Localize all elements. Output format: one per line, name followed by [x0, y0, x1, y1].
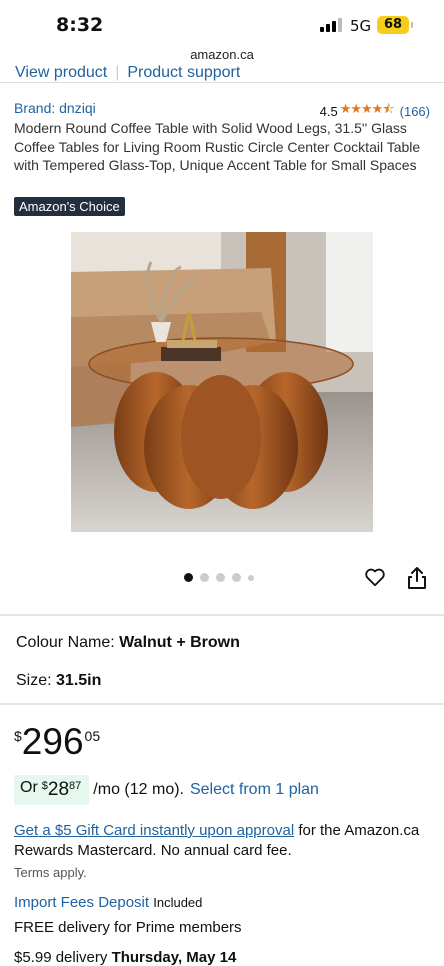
import-fees-link[interactable]: Import Fees Deposit — [14, 894, 149, 911]
size-label: Size: — [16, 672, 52, 689]
separator: | — [115, 64, 120, 81]
colour-value: Walnut + Brown — [119, 634, 240, 651]
product-title: Modern Round Coffee Table with Solid Woo… — [14, 120, 421, 173]
divider — [0, 614, 444, 616]
product-image[interactable] — [71, 232, 373, 532]
monthly-fraction: 87 — [69, 780, 82, 792]
rating-value: 4.5 — [319, 103, 338, 119]
price-fraction: 05 — [84, 728, 101, 744]
select-plan-link[interactable]: Select from 1 plan — [190, 781, 319, 799]
status-bar: 8:32 5G 68 — [0, 0, 444, 46]
gift-card-link[interactable]: Get a $5 Gift Card instantly upon approv… — [14, 822, 294, 839]
price-whole: 296 — [21, 721, 84, 762]
status-time: 8:32 — [56, 14, 104, 36]
delivery-day: Thursday, May 14 — [111, 949, 237, 966]
amazons-choice-badge: Amazon's Choice — [14, 197, 125, 216]
battery-tip — [411, 22, 413, 28]
url-bar[interactable]: amazon.ca — [0, 47, 444, 62]
heart-icon[interactable] — [364, 566, 386, 588]
terms-text: Terms apply. — [14, 865, 87, 880]
brand-link[interactable]: Brand: dnziqi — [14, 100, 96, 116]
view-product-link[interactable]: View product — [15, 64, 107, 81]
size-value: 31.5in — [56, 672, 102, 689]
carousel-dots[interactable] — [184, 573, 254, 582]
carousel-dot[interactable] — [232, 573, 241, 582]
share-icon[interactable] — [407, 566, 427, 590]
battery-icon: 68 — [377, 16, 409, 34]
carousel-dot[interactable] — [200, 573, 209, 582]
import-fees-included: Included — [153, 895, 203, 910]
colour-option[interactable]: Colour Name: Walnut + Brown — [16, 634, 240, 652]
monthly-or: Or — [20, 779, 38, 796]
import-fees: Import Fees Deposit Included — [14, 894, 202, 911]
monthly-payment: Or $ 28 87 /mo (12 mo). Select from 1 pl… — [14, 775, 319, 805]
network-label: 5G — [350, 17, 372, 35]
price-symbol: $ — [14, 728, 22, 744]
carousel-dot[interactable] — [248, 574, 254, 581]
carousel-dot[interactable] — [216, 573, 225, 582]
gift-card-offer: Get a $5 Gift Card instantly upon approv… — [14, 821, 434, 861]
free-delivery-text: FREE delivery for Prime members — [14, 919, 242, 936]
price: $ 296 05 — [14, 722, 100, 762]
signal-icon — [320, 18, 342, 32]
delivery-date: $5.99 delivery Thursday, May 14 — [14, 949, 236, 966]
divider — [0, 82, 444, 83]
colour-label: Colour Name: — [16, 634, 115, 651]
top-links: View product | Product support — [15, 64, 240, 82]
monthly-whole: 28 — [47, 779, 70, 800]
size-option[interactable]: Size: 31.5in — [16, 672, 101, 690]
divider — [0, 703, 444, 705]
product-support-link[interactable]: Product support — [127, 64, 240, 81]
review-count[interactable]: (166) — [400, 104, 430, 119]
monthly-price-box: Or $ 28 87 — [14, 775, 90, 805]
monthly-term: /mo (12 mo). — [93, 781, 184, 798]
delivery-prefix: $5.99 delivery — [14, 949, 112, 966]
carousel-dot[interactable] — [184, 573, 193, 582]
